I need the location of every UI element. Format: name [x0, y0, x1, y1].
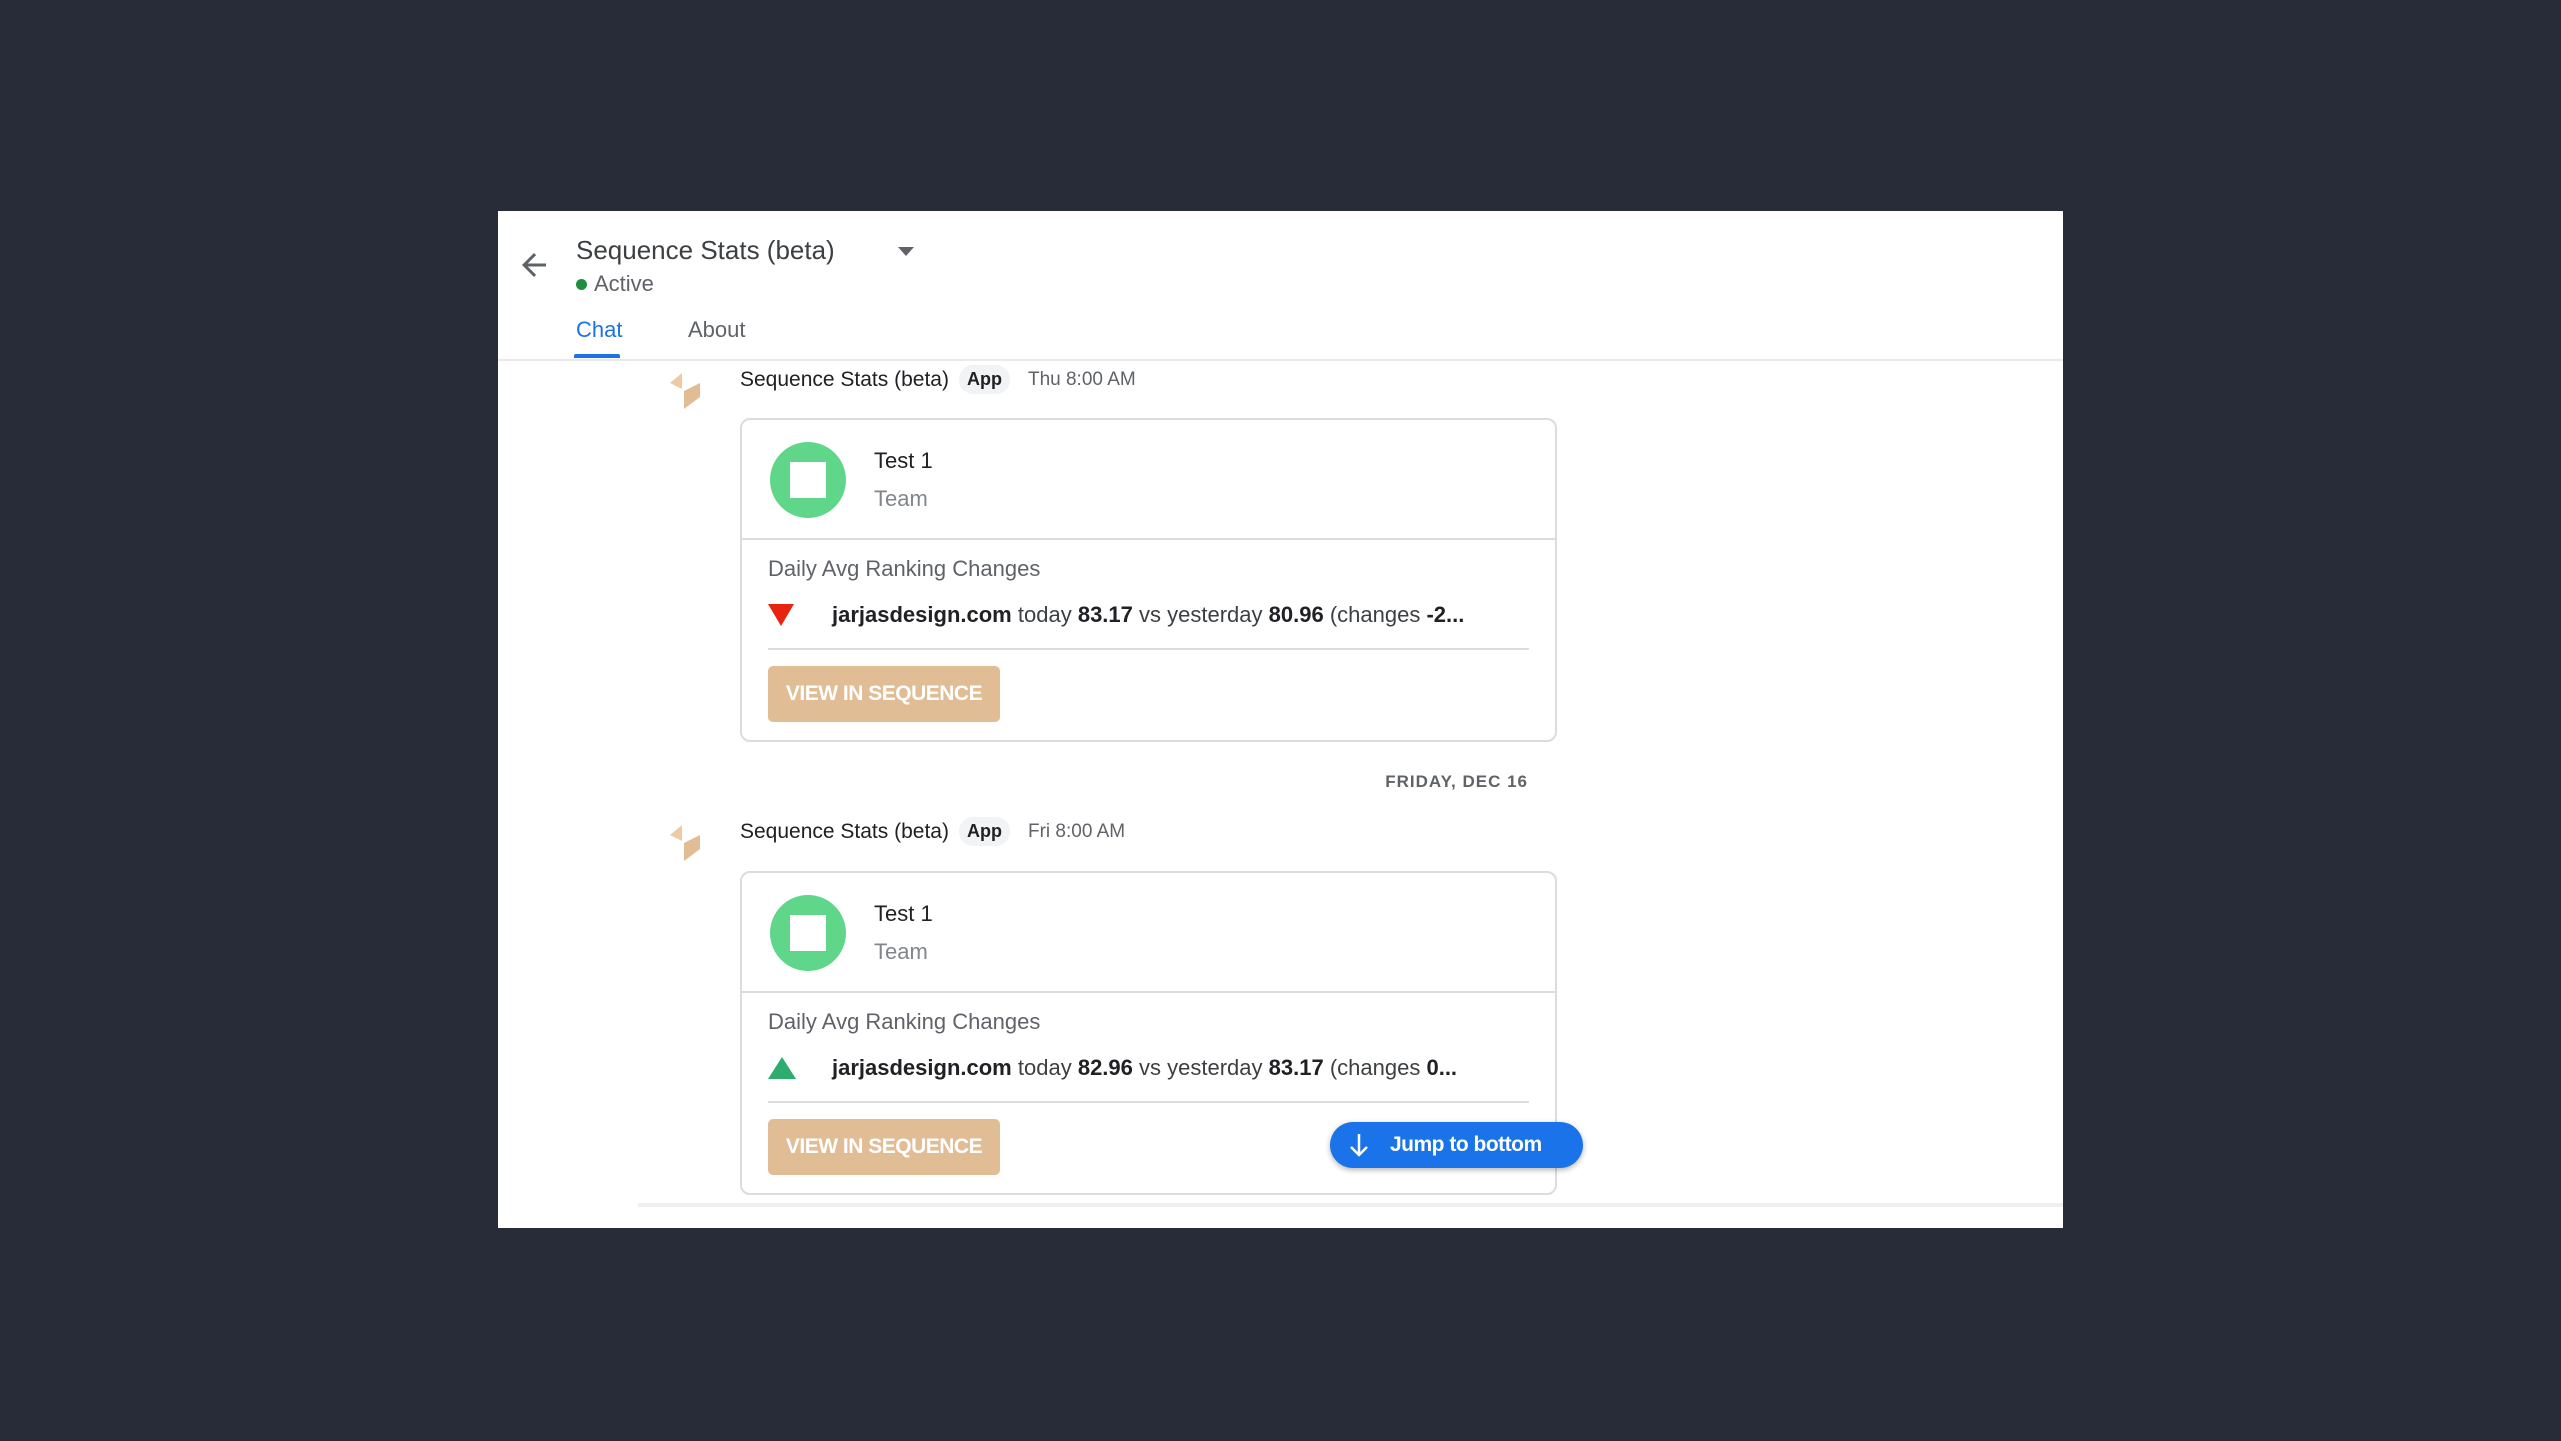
label-vs: vs yesterday [1139, 1055, 1263, 1080]
tab-chat[interactable]: Chat [576, 317, 622, 343]
card-header: Test 1 Team [742, 873, 1555, 993]
ranking-row: jarjasdesign.com today 83.17 vs yesterda… [768, 598, 1529, 632]
arrow-left-icon [522, 253, 546, 277]
team-logo-icon [770, 895, 846, 971]
sender-name: Sequence Stats (beta) [740, 819, 949, 843]
yesterday-value: 80.96 [1268, 602, 1324, 627]
active-dot-icon [576, 278, 587, 290]
app-badge: App [958, 817, 1010, 846]
today-value: 82.96 [1077, 1055, 1133, 1080]
label-today: today [1017, 1055, 1072, 1080]
team-logo-icon [770, 442, 846, 518]
card-title: Test 1 [874, 901, 933, 926]
changes-value: 0... [1426, 1055, 1458, 1080]
composer-edge [638, 1203, 2063, 1207]
row-divider [768, 1101, 1529, 1103]
message-time: Fri 8:00 AM [1027, 820, 1126, 842]
ranking-row: jarjasdesign.com today 82.96 vs yesterda… [768, 1051, 1529, 1085]
jump-to-bottom-button[interactable]: Jump to bottom [1330, 1122, 1583, 1168]
card-body: Daily Avg Ranking Changes jarjasdesign.c… [742, 540, 1555, 740]
yesterday-value: 83.17 [1268, 1055, 1324, 1080]
domain-name: jarjasdesign.com [832, 1055, 1012, 1080]
changes-value: -2... [1426, 602, 1465, 627]
sequence-logo-icon [670, 373, 700, 409]
label-changes: (changes [1329, 602, 1421, 627]
domain-name: jarjasdesign.com [832, 602, 1012, 627]
section-label: Daily Avg Ranking Changes [768, 556, 1041, 581]
jump-label: Jump to bottom [1390, 1133, 1542, 1156]
active-tab-indicator [574, 354, 620, 358]
label-vs: vs yesterday [1139, 602, 1263, 627]
message-header: Sequence Stats (beta) App Thu 8:00 AM [740, 365, 1136, 394]
label-changes: (changes [1329, 1055, 1421, 1080]
back-button[interactable] [516, 247, 552, 283]
message-time: Thu 8:00 AM [1027, 368, 1136, 390]
view-in-sequence-button[interactable]: VIEW IN SEQUENCE [768, 1119, 1000, 1175]
arrow-down-icon [1350, 1134, 1368, 1157]
sequence-logo-icon [670, 825, 700, 861]
sender-name: Sequence Stats (beta) [740, 367, 949, 391]
today-value: 83.17 [1077, 602, 1133, 627]
label-today: today [1017, 602, 1072, 627]
status-text: Active [594, 271, 654, 296]
card-header: Test 1 Team [742, 420, 1555, 540]
section-label: Daily Avg Ranking Changes [768, 1009, 1041, 1034]
chat-panel: Sequence Stats (beta) Active Chat About … [498, 211, 2063, 1228]
app-title[interactable]: Sequence Stats (beta) [576, 235, 835, 266]
card-title: Test 1 [874, 448, 933, 473]
triangle-up-icon [768, 1057, 796, 1079]
tab-about[interactable]: About [688, 317, 746, 343]
message-header: Sequence Stats (beta) App Fri 8:00 AM [740, 817, 1125, 846]
card-subtitle: Team [874, 939, 928, 964]
message-card: Test 1 Team Daily Avg Ranking Changes ja… [740, 418, 1557, 742]
status-indicator: Active [576, 271, 654, 297]
triangle-down-icon [768, 604, 794, 626]
caret-down-icon[interactable] [898, 247, 914, 256]
view-in-sequence-button[interactable]: VIEW IN SEQUENCE [768, 666, 1000, 722]
row-divider [768, 648, 1529, 650]
header-divider [498, 359, 2063, 361]
card-subtitle: Team [874, 486, 928, 511]
date-divider: FRIDAY, DEC 16 [1385, 772, 1528, 791]
app-badge: App [958, 365, 1010, 394]
